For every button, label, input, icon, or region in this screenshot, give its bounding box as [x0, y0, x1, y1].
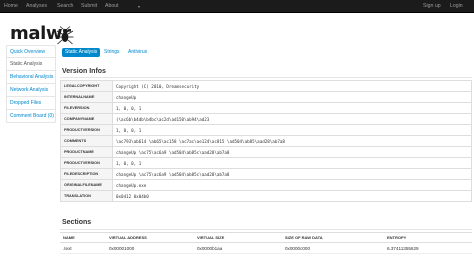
sidebar-item-behavioral-analysis[interactable]: Behavioral Analysis — [6, 71, 56, 84]
table-value: 1, 0, 0, 1 — [112, 157, 472, 169]
nav-search-link[interactable]: Search — [57, 3, 73, 9]
table-key: FILEDESCRIPTION — [60, 168, 113, 180]
divider — [60, 229, 472, 230]
sidebar-item-dropped-files[interactable]: Dropped Files — [6, 97, 56, 110]
column-header-virtual-address: VIRTUAL ADDRESS — [106, 232, 194, 243]
nav-submit-link[interactable]: Submit — [81, 3, 97, 9]
table-row: ORIGINALFILENAME changeUp.exe — [60, 179, 472, 191]
column-header-virtual-size: VIRTUAL SIZE — [194, 232, 282, 243]
table-value: \ac793\ab614 \ab65\ac158 \ac7ac\ae124\ac… — [112, 135, 472, 147]
section-entropy: 6.37411355629 — [384, 242, 472, 254]
nav-login-link[interactable]: Login — [450, 3, 463, 9]
tab-strings[interactable]: Strings — [104, 48, 120, 57]
table-row: PRODUCTNAME changeUp \ac75\ac6a9 \ad504\a… — [60, 146, 472, 158]
table-key: LEGALCOPYRIGHT — [60, 80, 113, 92]
table-key: ORIGINALFILENAME — [60, 179, 113, 191]
section-virtual-address: 0x00001000 — [106, 242, 194, 254]
sidebar-item-label: Quick Overview — [10, 49, 46, 55]
sidebar-item-quick-overview[interactable]: Quick Overview — [6, 45, 56, 58]
sections-heading: Sections — [62, 219, 92, 226]
table-key: COMMENTS — [60, 135, 113, 147]
table-row: COMMENTS \ac793\ab614 \ab65\ac158 \ac7ac\… — [60, 135, 472, 147]
nav-about-link[interactable]: About — [105, 3, 119, 9]
sidebar-item-label: Static Analysis — [10, 61, 43, 67]
nav-signup-link[interactable]: Sign up — [423, 3, 441, 9]
version-infos-table: LEGALCOPYRIGHT Copyright (C) 2010, Dreams… — [60, 80, 472, 202]
table-header-row: NAME VIRTUAL ADDRESS VIRTUAL SIZE SIZE O… — [60, 232, 472, 243]
sidebar-item-network-analysis[interactable]: Network Analysis — [6, 84, 56, 97]
column-header-name: NAME — [60, 232, 106, 243]
chevron-down-icon[interactable] — [138, 6, 140, 8]
section-name: .text — [60, 242, 106, 254]
tab-antivirus[interactable]: Antivirus — [128, 48, 147, 57]
top-navbar: Home Analyses Search Submit About Sign u… — [0, 0, 474, 13]
table-row: PRODUCTVERSION 1, 0, 0, 1 — [60, 124, 472, 136]
section-raw-size: 0x0000c000 — [282, 242, 384, 254]
bug-icon — [56, 26, 74, 45]
table-key: PRODUCTVERSION — [60, 157, 113, 169]
version-infos-heading: Version Infos — [62, 68, 106, 75]
header-band: malwr — [0, 13, 474, 45]
column-header-entropy: ENTROPY — [384, 232, 472, 243]
sidebar-item-label: Dropped Files — [10, 100, 42, 106]
table-row: PRODUCTVERSION 1, 0, 0, 1 — [60, 157, 472, 169]
table-row: COMPANYNAME (\ac6b\b4db\b4bc\ac2d\ad150\a… — [60, 113, 472, 125]
nav-analyses-link[interactable]: Analyses — [26, 3, 47, 9]
table-value: changeUp.exe — [112, 179, 472, 191]
table-value: Copyright (C) 2010, Dreamsecurity — [112, 80, 472, 92]
sections-table: NAME VIRTUAL ADDRESS VIRTUAL SIZE SIZE O… — [60, 232, 472, 254]
table-key: FILEVERSION — [60, 102, 113, 114]
sidebar-item-label: Network Analysis — [10, 87, 49, 93]
sidebar-item-label: Comment Board (0) — [10, 113, 54, 119]
table-value: 0x0412 0x04b0 — [112, 190, 472, 202]
sidebar-item-label: Behavioral Analysis — [10, 74, 54, 80]
table-key: PRODUCTVERSION — [60, 124, 113, 136]
column-header-size-of-raw-data: SIZE OF RAW DATA — [282, 232, 384, 243]
table-value: 1, 0, 0, 1 — [112, 102, 472, 114]
sidebar: Quick Overview Static Analysis Behaviora… — [6, 45, 56, 123]
table-key: INTERNALNAME — [60, 91, 113, 103]
table-row: FILEDESCRIPTION changeUp \ac75\ac6a9 \ad5… — [60, 168, 472, 180]
table-row: FILEVERSION 1, 0, 0, 1 — [60, 102, 472, 114]
table-row: INTERNALNAME changeUp — [60, 91, 472, 103]
table-key: COMPANYNAME — [60, 113, 113, 125]
table-value: changeUp \ac75\ac6a9 \ad504\ab85c\aad28\… — [112, 146, 472, 158]
table-value: changeUp \ac75\ac6a9 \ad504\ab85c\aad28\… — [112, 168, 472, 180]
table-row: TRANSLATION 0x0412 0x04b0 — [60, 190, 472, 202]
table-row: LEGALCOPYRIGHT Copyright (C) 2010, Dreams… — [60, 80, 472, 92]
sidebar-item-static-analysis[interactable]: Static Analysis — [6, 58, 56, 71]
sidebar-item-comment-board[interactable]: Comment Board (0) — [6, 110, 56, 123]
section-virtual-size: 0x0000b1aa — [194, 242, 282, 254]
table-value: (\ac6b\b4db\b4bc\ac2d\ad150\ab94\ad23 — [112, 113, 472, 125]
nav-home-link[interactable]: Home — [4, 3, 18, 9]
table-value: changeUp — [112, 91, 472, 103]
table-key: PRODUCTNAME — [60, 146, 113, 158]
table-key: TRANSLATION — [60, 190, 113, 202]
table-value: 1, 0, 0, 1 — [112, 124, 472, 136]
divider — [60, 77, 472, 78]
table-row: .text 0x00001000 0x0000b1aa 0x0000c000 6… — [60, 242, 472, 254]
tab-static-analysis[interactable]: Static Analysis — [62, 48, 101, 57]
